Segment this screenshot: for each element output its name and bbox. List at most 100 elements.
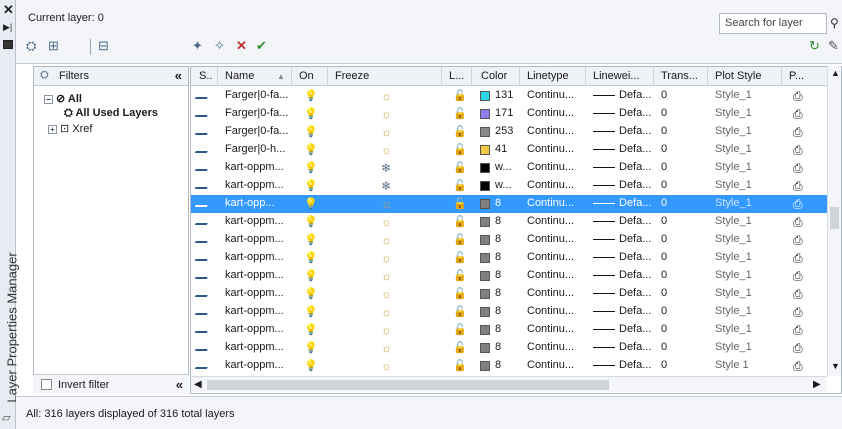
linetype-value[interactable]: Continu... [527, 305, 574, 317]
linetype-value[interactable]: Continu... [527, 197, 574, 209]
col-color[interactable]: Color [481, 70, 507, 82]
thawed-icon[interactable]: ☼ [381, 305, 392, 319]
lineweight-value[interactable]: Defa... [619, 251, 651, 263]
color-swatch[interactable] [480, 145, 490, 155]
color-value[interactable]: 8 [495, 269, 501, 281]
plot-style-value[interactable]: Style_1 [715, 233, 752, 245]
thawed-icon[interactable]: ☼ [381, 233, 392, 247]
plot-printer-icon[interactable]: ⎙ [793, 179, 803, 194]
transparency-value[interactable]: 0 [661, 233, 667, 245]
on-bulb-icon[interactable]: 💡 [304, 125, 318, 138]
tree-item-all-used-layers[interactable]: ⛭ All Used Layers [64, 107, 158, 120]
color-swatch[interactable] [480, 181, 490, 191]
col-on[interactable]: On [299, 70, 314, 82]
color-value[interactable]: 131 [495, 89, 513, 101]
transparency-value[interactable]: 0 [661, 89, 667, 101]
color-swatch[interactable] [480, 325, 490, 335]
unlock-icon[interactable]: 🔓 [453, 233, 467, 246]
unlock-icon[interactable]: 🔓 [453, 197, 467, 210]
linetype-value[interactable]: Continu... [527, 215, 574, 227]
plot-printer-icon[interactable]: ⎙ [793, 341, 803, 356]
layer-row[interactable]: kart-oppm... 💡 ❄ 🔓 w... Continu... Defa... 0 Sty… [191, 177, 827, 195]
layer-row[interactable]: kart-oppm... 💡 ☼ 🔓 8 Continu... Defa... 0 Style_… [191, 321, 827, 339]
color-value[interactable]: 8 [495, 197, 501, 209]
plot-style-value[interactable]: Style_1 [715, 143, 752, 155]
transparency-value[interactable]: 0 [661, 125, 667, 137]
layer-name[interactable]: Farger|0-fa... [225, 89, 289, 101]
lineweight-value[interactable]: Defa... [619, 359, 651, 371]
layer-name[interactable]: kart-oppm... [225, 323, 289, 335]
thawed-icon[interactable]: ☼ [381, 269, 392, 283]
color-value[interactable]: 171 [495, 107, 513, 119]
color-value[interactable]: 8 [495, 287, 501, 299]
thawed-icon[interactable]: ☼ [381, 197, 392, 211]
thawed-icon[interactable]: ☼ [381, 323, 392, 337]
plot-printer-icon[interactable]: ⎙ [793, 125, 803, 140]
layer-row[interactable]: kart-oppm... 💡 ❄ 🔓 w... Continu... Defa... 0 Sty… [191, 159, 827, 177]
plot-printer-icon[interactable]: ⎙ [793, 143, 803, 158]
layer-row[interactable]: kart-oppm... 💡 ☼ 🔓 8 Continu... Defa... 0 Style_… [191, 303, 827, 321]
plot-style-value[interactable]: Style_1 [715, 179, 752, 191]
lineweight-value[interactable]: Defa... [619, 179, 651, 191]
search-input[interactable]: Search for layer [719, 13, 827, 34]
plot-style-value[interactable]: Style_1 [715, 269, 752, 281]
color-swatch[interactable] [480, 91, 490, 101]
layer-name[interactable]: kart-oppm... [225, 359, 289, 371]
tree-toggle-icon[interactable]: + [48, 124, 57, 134]
layer-row[interactable]: kart-oppm... 💡 ☼ 🔓 8 Continu... Defa... 0 Style_… [191, 285, 827, 303]
thawed-icon[interactable]: ☼ [381, 251, 392, 265]
lineweight-value[interactable]: Defa... [619, 287, 651, 299]
linetype-value[interactable]: Continu... [527, 251, 574, 263]
layer-row[interactable]: kart-oppm... 💡 ☼ 🔓 8 Continu... Defa... 0 Style_… [191, 231, 827, 249]
layer-name[interactable]: kart-oppm... [225, 341, 289, 353]
linetype-value[interactable]: Continu... [527, 179, 574, 191]
color-value[interactable]: 8 [495, 215, 501, 227]
set-current-icon[interactable]: ✔ [256, 38, 267, 54]
transparency-value[interactable]: 0 [661, 269, 667, 281]
unlock-icon[interactable]: 🔓 [453, 89, 467, 102]
layer-row[interactable]: kart-opp... 💡 ☼ 🔓 8 Continu... Defa... 0 Style_1… [191, 195, 827, 213]
plot-printer-icon[interactable]: ⎙ [793, 89, 803, 104]
collapse-panel-icon[interactable]: « [176, 377, 183, 392]
autohide-icon[interactable]: ▶| [3, 22, 12, 33]
color-swatch[interactable] [480, 199, 490, 209]
plot-style-value[interactable]: Style_1 [715, 107, 752, 119]
search-icon[interactable]: ⚲ [830, 16, 839, 30]
on-bulb-icon[interactable]: 💡 [304, 323, 318, 336]
col-lineweight[interactable]: Linewei... [593, 70, 639, 82]
color-value[interactable]: 8 [495, 233, 501, 245]
lineweight-value[interactable]: Defa... [619, 305, 651, 317]
unlock-icon[interactable]: 🔓 [453, 323, 467, 336]
unlock-icon[interactable]: 🔓 [453, 251, 467, 264]
linetype-value[interactable]: Continu... [527, 359, 574, 371]
plot-printer-icon[interactable]: ⎙ [793, 215, 803, 230]
layer-row[interactable]: kart-oppm... 💡 ☼ 🔓 8 Continu... Defa... 0 Style_… [191, 267, 827, 285]
layer-row[interactable]: kart-oppm... 💡 ☼ 🔓 8 Continu... Defa... 0 Style_… [191, 339, 827, 357]
col-freeze[interactable]: Freeze [335, 70, 369, 82]
linetype-value[interactable]: Continu... [527, 143, 574, 155]
lineweight-value[interactable]: Defa... [619, 89, 651, 101]
col-plot-style[interactable]: Plot Style [715, 70, 761, 82]
color-value[interactable]: 8 [495, 323, 501, 335]
color-swatch[interactable] [480, 163, 490, 173]
color-swatch[interactable] [480, 343, 490, 353]
color-swatch[interactable] [480, 235, 490, 245]
unlock-icon[interactable]: 🔓 [453, 305, 467, 318]
col-linetype[interactable]: Linetype [527, 70, 569, 82]
linetype-value[interactable]: Continu... [527, 89, 574, 101]
tree-item-xref[interactable]: + ⊡ Xref [48, 122, 92, 135]
color-value[interactable]: 8 [495, 359, 501, 371]
plot-style-value[interactable]: Style_1 [715, 197, 752, 209]
layer-name[interactable]: kart-oppm... [225, 305, 289, 317]
color-value[interactable]: 253 [495, 125, 513, 137]
scroll-thumb[interactable] [830, 207, 839, 229]
layer-row[interactable]: Farger|0-fa... 💡 ☼ 🔓 171 Continu... Defa... 0 St… [191, 105, 827, 123]
on-bulb-icon[interactable]: 💡 [304, 161, 318, 174]
thawed-icon[interactable]: ☼ [381, 341, 392, 355]
scroll-up-icon[interactable]: ▲ [831, 68, 840, 78]
plot-printer-icon[interactable]: ⎙ [793, 197, 803, 212]
thawed-icon[interactable]: ☼ [381, 287, 392, 301]
plot-style-value[interactable]: Style_1 [715, 341, 752, 353]
transparency-value[interactable]: 0 [661, 107, 667, 119]
plot-printer-icon[interactable]: ⎙ [793, 323, 803, 338]
